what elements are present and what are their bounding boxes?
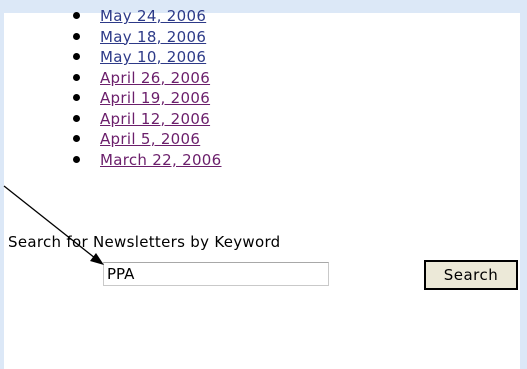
annotation-arrow-icon: [3, 185, 104, 265]
